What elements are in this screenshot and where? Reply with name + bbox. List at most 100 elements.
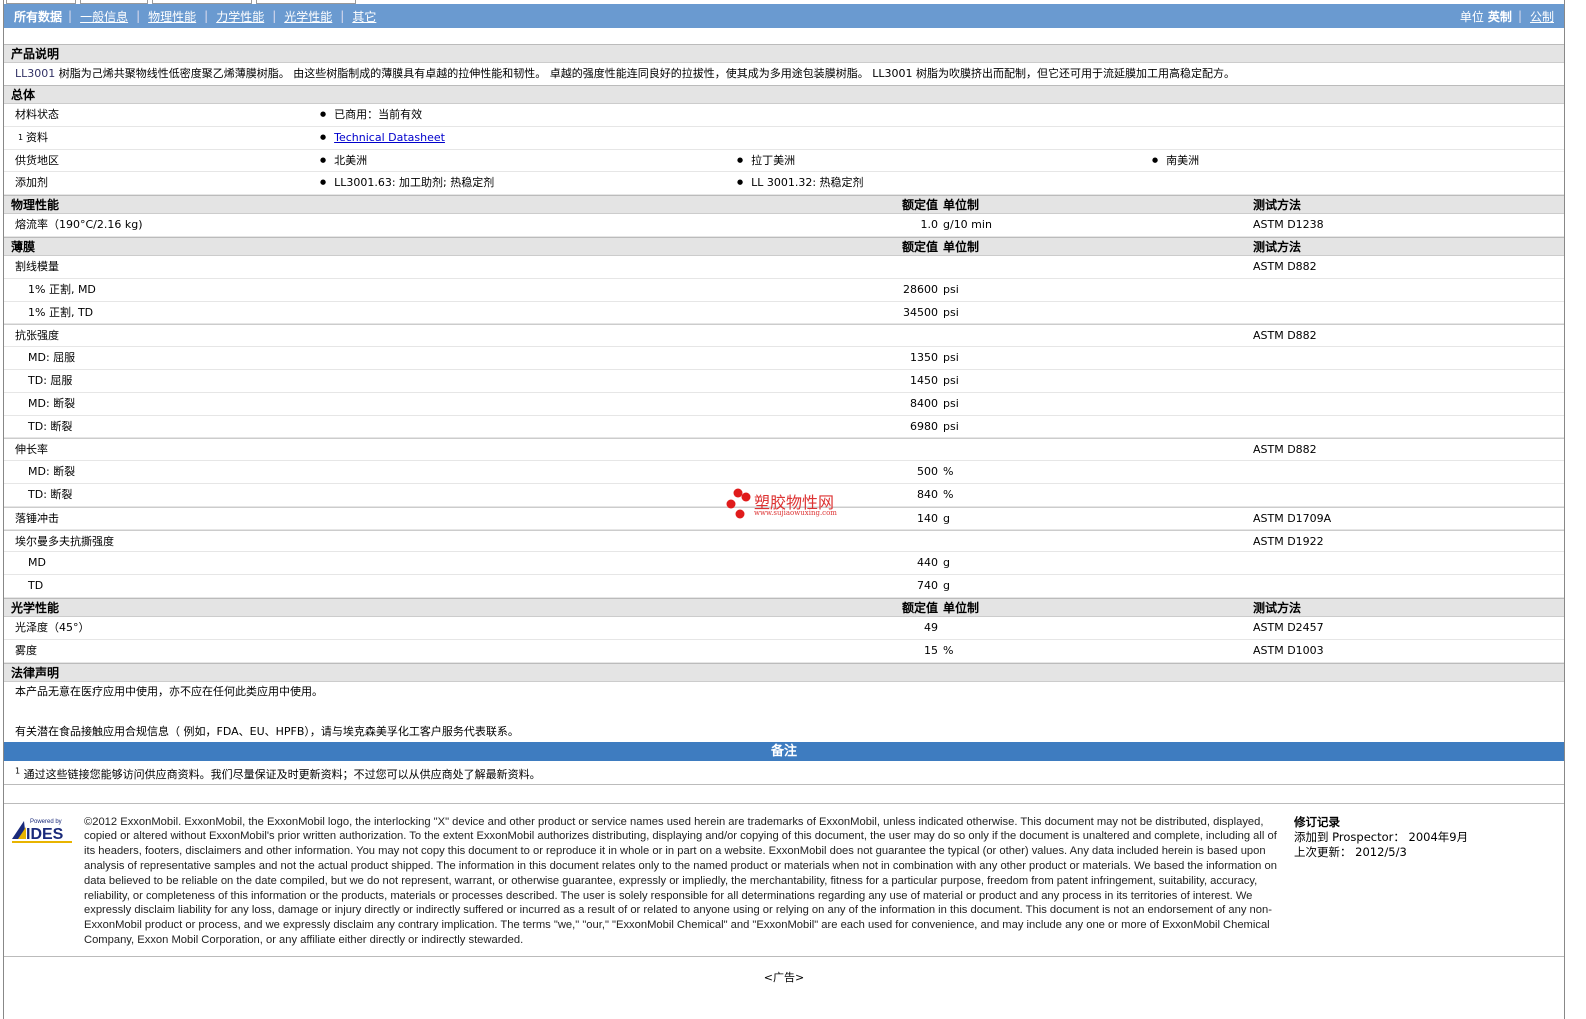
test-method: ASTM D1003 <box>1253 643 1324 657</box>
property-label: 熔流率（190°C/2.16 kg) <box>15 218 143 232</box>
watermark-logo: 塑胶物性网 www.sujiaowuxing.com <box>726 487 856 523</box>
section-title: 光学性能 <box>11 600 60 615</box>
property-unit: psi <box>943 373 959 387</box>
property-unit: g <box>943 511 950 525</box>
copyright-block: Powered by IDES ©2012 ExxonMobil. ExxonMo… <box>4 802 1564 957</box>
notes-header: 备注 <box>4 741 1564 761</box>
property-value: 8400 <box>910 396 938 410</box>
nav-all-data[interactable]: 所有数据 <box>14 8 62 25</box>
property-label: 落锤冲击 <box>15 511 59 525</box>
property-unit: psi <box>943 419 959 433</box>
unit-column-header: 单位制 <box>943 198 980 213</box>
unit-column-header: 单位制 <box>943 239 980 254</box>
revision-history: 修订记录 添加到 Prospector： 2004年9月 上次更新： 2012/… <box>1294 814 1469 859</box>
property-unit: % <box>943 487 954 501</box>
nav-physical[interactable]: 物理性能 <box>148 8 196 25</box>
property-row: 割线模量 ASTM D882 <box>4 256 1564 279</box>
property-row: 伸长率 ASTM D882 <box>4 438 1564 462</box>
test-method: ASTM D2457 <box>1253 620 1324 634</box>
technical-datasheet-link[interactable]: Technical Datasheet <box>334 131 445 144</box>
test-method: ASTM D1709A <box>1253 511 1332 525</box>
property-value: 140 <box>917 511 938 525</box>
property-row: TD 740 g <box>4 575 1564 598</box>
property-label: 雾度 <box>15 643 37 657</box>
section-header: 光学性能 额定值 单位制 测试方法 <box>4 597 1564 617</box>
property-value: 740 <box>917 579 938 593</box>
product-description: LL3001 树脂为己烯共聚物线性低密度聚乙烯薄膜树脂。 由这些树脂制成的薄膜具… <box>15 67 1235 80</box>
property-label: 割线模量 <box>15 259 59 273</box>
copyright-text: ©2012 ExxonMobil. ExxonMobil, the ExxonM… <box>84 815 1277 946</box>
value-column-header: 额定值 <box>901 600 938 615</box>
property-row: 1% 正割, TD 34500 psi <box>4 302 1564 325</box>
test-method: ASTM D882 <box>1253 443 1317 457</box>
property-row: 雾度 15% ASTM D1003 <box>4 640 1564 663</box>
row-value: 北美洲 <box>320 150 367 173</box>
property-row: 1% 正割, MD 28600 psi <box>4 279 1564 302</box>
row-label: 资料 <box>26 130 48 144</box>
datasheet-item: Technical Datasheet <box>320 127 445 150</box>
property-row: 埃尔曼多夫抗撕强度 ASTM D1922 <box>4 529 1564 553</box>
row-value: 已商用：当前有效 <box>320 104 422 127</box>
nav-general[interactable]: 一般信息 <box>80 8 128 25</box>
property-label: 伸长率 <box>15 443 48 457</box>
product-description-header: 产品说明 <box>4 44 1564 63</box>
property-value: 1450 <box>910 373 938 387</box>
property-value: 440 <box>917 556 938 570</box>
property-unit: g <box>943 556 950 570</box>
method-column-header: 测试方法 <box>1253 239 1302 254</box>
general-row: 材料状态 已商用：当前有效 <box>4 104 1564 127</box>
property-label: 抗张强度 <box>15 329 59 343</box>
property-unit: psi <box>943 351 959 365</box>
property-label: MD: 断裂 <box>28 396 76 410</box>
general-row: 供货地区 北美洲 拉丁美洲 南美洲 <box>4 150 1564 173</box>
property-value: 15 <box>924 643 938 657</box>
property-value: 1350 <box>910 351 938 365</box>
section-title: 物理性能 <box>11 198 60 213</box>
general-header: 总体 <box>4 85 1564 104</box>
property-label: TD: 屈服 <box>28 373 73 387</box>
row-value: LL3001.63: 加工助剂; 热稳定剂 <box>320 172 494 195</box>
section-nav: 所有数据 | 一般信息 | 物理性能 | 力学性能 | 光学性能 | 其它 单位 英制 |… <box>4 4 1564 28</box>
property-label: MD: 屈服 <box>28 351 76 365</box>
property-label: TD: 断裂 <box>28 487 73 501</box>
method-column-header: 测试方法 <box>1253 198 1302 213</box>
nav-mechanical[interactable]: 力学性能 <box>216 8 264 25</box>
property-unit: g <box>943 579 950 593</box>
property-row: MD: 断裂 500% <box>4 461 1564 484</box>
property-value: 28600 <box>903 282 938 296</box>
property-unit: % <box>943 465 954 479</box>
property-row: 光泽度（45°） 49 ASTM D2457 <box>4 617 1564 640</box>
general-row: 添加剂 LL3001.63: 加工助剂; 热稳定剂 LL 3001.32: 热稳定剂 <box>4 172 1564 196</box>
nav-other[interactable]: 其它 <box>352 8 376 25</box>
row-value: 南美洲 <box>1152 150 1199 173</box>
property-value: 49 <box>924 620 938 634</box>
test-method: ASTM D882 <box>1253 259 1317 273</box>
test-method: ASTM D882 <box>1253 329 1317 343</box>
row-label: 添加剂 <box>15 176 48 190</box>
property-label: 1% 正割, MD <box>28 282 96 296</box>
section-header: 薄膜 额定值 单位制 测试方法 <box>4 236 1564 256</box>
property-label: MD: 断裂 <box>28 465 76 479</box>
top-tabs <box>4 0 1564 4</box>
property-row: MD: 屈服 1350 psi <box>4 347 1564 370</box>
row-value: 拉丁美洲 <box>737 150 795 173</box>
property-unit: % <box>943 643 954 657</box>
unit-column-header: 单位制 <box>943 600 980 615</box>
unit-metric-link[interactable]: 公制 <box>1530 8 1554 25</box>
general-row: 资料1 Technical Datasheet <box>4 127 1564 150</box>
ad-placeholder[interactable]: <广告> <box>4 969 1564 985</box>
property-row: TD: 屈服 1450 psi <box>4 370 1564 393</box>
property-value: 6980 <box>910 419 938 433</box>
svg-text:IDES: IDES <box>26 826 64 843</box>
section-title: 薄膜 <box>11 239 36 254</box>
method-column-header: 测试方法 <box>1253 600 1302 615</box>
legal-header: 法律声明 <box>4 662 1564 682</box>
property-unit: psi <box>943 396 959 410</box>
unit-label: 单位 <box>1459 9 1484 24</box>
property-unit: g/10 min <box>943 218 992 232</box>
property-label: 光泽度（45°） <box>15 620 90 634</box>
nav-optical[interactable]: 光学性能 <box>284 8 332 25</box>
value-column-header: 额定值 <box>901 239 938 254</box>
property-row: TD: 断裂 6980 psi <box>4 416 1564 439</box>
property-value: 34500 <box>903 305 938 319</box>
